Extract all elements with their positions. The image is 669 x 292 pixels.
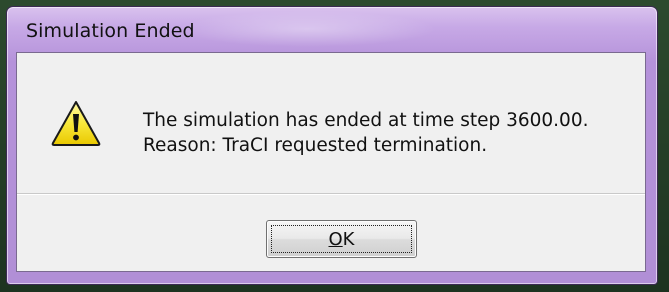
title-bar[interactable]: Simulation Ended xyxy=(7,7,657,51)
message-line-2: Reason: TraCI requested termination. xyxy=(143,135,488,156)
ok-button[interactable]: OK xyxy=(266,220,417,258)
message-line-1: The simulation has ended at time step 36… xyxy=(143,110,589,131)
simulation-ended-dialog: Simulation Ended The simulation has ende… xyxy=(6,6,658,285)
ok-mnemonic: O xyxy=(328,228,343,250)
dialog-body: The simulation has ended at time step 36… xyxy=(16,52,646,272)
warning-icon xyxy=(51,101,101,146)
ok-label-rest: K xyxy=(342,228,355,250)
separator xyxy=(17,193,645,195)
ok-button-label: OK xyxy=(267,221,416,257)
title-bar-glare xyxy=(177,11,437,47)
dialog-title: Simulation Ended xyxy=(26,20,195,42)
dialog-message: The simulation has ended at time step 36… xyxy=(143,108,588,158)
